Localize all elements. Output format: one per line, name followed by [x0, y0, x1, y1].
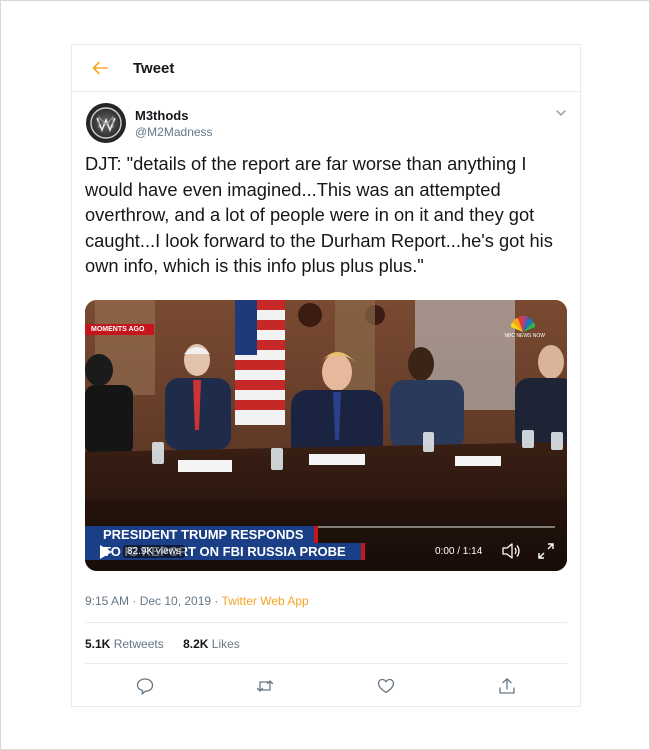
tweet-timestamp[interactable]: 9:15 AM · Dec 10, 2019 ·: [85, 594, 222, 608]
divider: [85, 663, 567, 664]
network-label: NBC NEWS NOW: [504, 333, 545, 339]
author-display-name[interactable]: M3thods: [135, 108, 188, 123]
likes-count: 8.2K: [183, 637, 209, 651]
page-title: Tweet: [133, 59, 175, 77]
video-time: 0:00 / 1:14: [435, 546, 483, 557]
peacock-icon: [510, 315, 536, 332]
tweet-card: Tweet M3thods @M2Madness DJT: "details o…: [71, 44, 581, 707]
tweet-stats: 5.1K Retweets 8.2K Likes: [85, 637, 256, 651]
tweet-source[interactable]: Twitter Web App: [222, 594, 309, 608]
retweets-count: 5.1K: [85, 637, 111, 651]
author-handle[interactable]: @M2Madness: [135, 125, 213, 139]
play-icon[interactable]: [99, 544, 113, 560]
chyron-headline: PRESIDENT TRUMP RESPONDS: [85, 526, 318, 543]
retweet-icon[interactable]: [256, 677, 274, 695]
retweets-label: Retweets: [113, 637, 164, 651]
tweet-text: DJT: "details of the report are far wors…: [85, 153, 553, 277]
arrow-left-icon[interactable]: [90, 58, 110, 78]
retweets-stat[interactable]: 5.1K Retweets: [85, 637, 164, 651]
fullscreen-icon[interactable]: [537, 542, 555, 560]
divider: [85, 622, 567, 623]
tweet-header: Tweet: [72, 45, 580, 92]
likes-stat[interactable]: 8.2K Likes: [183, 637, 240, 651]
moments-ago-badge: MOMENTS AGO: [85, 324, 155, 335]
volume-icon[interactable]: [501, 542, 521, 560]
author-row: M3thods @M2Madness: [72, 92, 580, 152]
view-count: 82.9K views: [123, 545, 185, 558]
tweet-actions: [72, 677, 580, 697]
avatar[interactable]: [86, 103, 126, 143]
m3-logo-icon: [90, 107, 122, 139]
video-player[interactable]: MOMENTS AGO NBC NEWS NOW PRESIDENT TRUMP…: [85, 300, 567, 571]
share-icon[interactable]: [498, 677, 516, 695]
chevron-down-icon[interactable]: [554, 106, 568, 120]
tweet-meta: 9:15 AM · Dec 10, 2019 · Twitter Web App: [85, 594, 309, 608]
heart-icon[interactable]: [377, 677, 395, 695]
likes-label: Likes: [211, 637, 240, 651]
reply-icon[interactable]: [136, 677, 154, 695]
